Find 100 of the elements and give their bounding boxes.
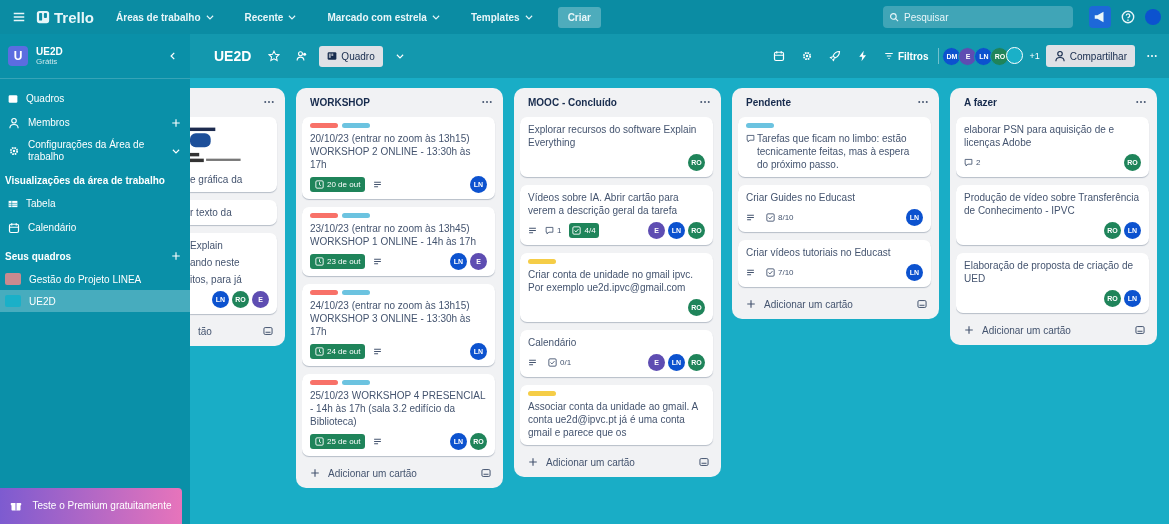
premium-trial-button[interactable]: Teste o Premium gratuitamente <box>0 488 182 524</box>
card-text: ando neste <box>190 256 241 269</box>
person-icon <box>1053 50 1066 62</box>
list-title[interactable]: A fazer <box>964 96 997 108</box>
sidebar-item[interactable]: Quadros <box>26 93 182 105</box>
sidebar-item[interactable]: Membros <box>28 117 162 129</box>
people-icon <box>296 50 309 62</box>
section-heading: Seus quadros <box>5 250 73 262</box>
board-title[interactable]: UE2D <box>214 48 252 64</box>
card-label[interactable] <box>342 213 370 218</box>
card-title: 20/10/23 (entrar no zoom às 13h15) WORKSHOP 2 ONLINE - 13:30h às 17h <box>310 132 472 171</box>
create-from-template-button[interactable] <box>917 299 927 309</box>
board-name: Gestão do Projeto LINEA <box>29 273 142 285</box>
checklist-count: 0/1 <box>560 357 572 367</box>
description-icon <box>373 436 383 446</box>
add-card-button[interactable]: Adicionar um cartão <box>746 298 853 310</box>
list-title[interactable]: WORKSHOP <box>310 96 370 108</box>
board-name: UE2D <box>29 295 56 307</box>
card-title: Tarefas que ficam no limbo: estão tecnicamente feitas, mas à espera do próximo passo. <box>757 132 911 171</box>
due-date-badge[interactable]: 25 de out <box>310 433 366 449</box>
add-member-button[interactable] <box>170 117 182 129</box>
filter-button[interactable]: Filtros <box>879 50 933 62</box>
card-text: r texto da <box>190 206 233 219</box>
card-title: Criar Guides no Educast <box>746 191 855 204</box>
due-date-badge[interactable]: 20 de out <box>310 176 366 192</box>
card-template-icon <box>699 457 709 467</box>
create-from-template-button[interactable] <box>481 468 491 478</box>
card[interactable]: e gráfica da <box>190 117 277 192</box>
card-label[interactable] <box>310 380 338 385</box>
sidebar-item[interactable]: Tabela <box>26 198 182 210</box>
clock-icon <box>315 346 324 356</box>
table-icon[interactable] <box>8 199 18 209</box>
plus-icon <box>964 325 974 335</box>
megaphone-icon <box>1093 10 1107 24</box>
description-icon <box>746 267 755 277</box>
nav-menu-button[interactable]: Recente <box>238 7 304 27</box>
card-text: Explain <box>190 239 224 252</box>
card-label[interactable] <box>310 290 338 295</box>
card-label[interactable] <box>342 380 370 385</box>
notifications-button[interactable] <box>1089 6 1111 28</box>
card-label[interactable] <box>310 123 338 128</box>
card[interactable]: Tarefas que ficam no limbo: estão tecnicamente feitas, mas à espera do próximo passo. <box>738 117 931 177</box>
create-from-template-button[interactable] <box>263 326 273 336</box>
create-from-template-button[interactable] <box>699 457 709 467</box>
board-item[interactable]: Gestão do Projeto LINEA <box>0 268 190 290</box>
card-title: Explorar recursos do software Explain Everything <box>528 123 698 149</box>
menu-icon <box>12 10 26 24</box>
comment-count: 2 <box>976 157 981 167</box>
card-label[interactable] <box>342 123 370 128</box>
settings-icon[interactable] <box>8 145 20 157</box>
checklist-icon <box>766 212 775 222</box>
member-avatar[interactable] <box>1006 46 1024 64</box>
board-icon[interactable] <box>8 94 18 104</box>
logo-icon <box>36 10 50 24</box>
nav-menu-button[interactable]: Marcado com estrela <box>321 7 447 27</box>
list-title[interactable]: Pendente <box>746 96 791 108</box>
card-title: Elaboração de proposta de criação de UED <box>964 259 1134 285</box>
card-label[interactable] <box>310 213 338 218</box>
chevron-down-icon <box>430 12 441 22</box>
star-icon <box>268 50 281 62</box>
sidebar-item[interactable]: Calendário <box>28 222 182 234</box>
share-button[interactable]: Compartilhar <box>1045 45 1135 67</box>
filter-icon <box>883 51 894 61</box>
plus-icon <box>310 468 320 478</box>
due-date-badge[interactable]: 23 de out <box>310 253 366 269</box>
nav-menu-button[interactable]: Áreas de trabalho <box>110 7 221 27</box>
card-title: Calendário <box>528 336 577 349</box>
card-label[interactable] <box>746 123 774 128</box>
comment-count: 1 <box>557 225 562 235</box>
due-date-badge[interactable]: 24 de out <box>310 343 366 359</box>
card-title: Criar vídeos tutoriais no Educast <box>746 246 891 259</box>
card-title: 24/10/23 (entrar no zoom às 13h15) WORKSHOP 3 ONLINE - 13:30h às 17h <box>310 299 472 338</box>
checklist-count: 7/10 <box>778 267 794 277</box>
rocket-icon <box>828 50 841 62</box>
clock-icon <box>315 436 324 446</box>
create-from-template-button[interactable] <box>1135 325 1145 335</box>
card[interactable]: r texto da <box>190 200 277 225</box>
board-view-button[interactable]: Quadro <box>319 45 383 67</box>
clock-icon <box>315 256 324 266</box>
person-icon[interactable] <box>8 117 20 129</box>
checklist-icon <box>572 225 582 235</box>
sidebar-item[interactable]: Configurações da Área de trabalho <box>28 139 162 163</box>
card[interactable]: Associar conta da unidade ao gmail. A conta ue2d@ipvc.pt já é uma conta gmail e parece que os <box>520 385 713 445</box>
add-card-button[interactable]: Adicionar um cartão <box>964 324 1071 336</box>
checklist-count: 4/4 <box>584 225 596 235</box>
list-title[interactable]: MOOC - Concluído <box>528 96 617 108</box>
account-avatar[interactable] <box>1145 9 1161 25</box>
calendar-icon[interactable] <box>8 222 20 234</box>
card-template-icon <box>917 299 927 309</box>
add-card-button[interactable]: Adicionar um cartão <box>528 456 635 468</box>
logo-link[interactable]: Trello <box>36 8 94 26</box>
more-members-count[interactable]: +1 <box>1029 51 1040 61</box>
nav-menu-button[interactable]: Templates <box>464 7 540 27</box>
card-text: e gráfica da <box>190 173 244 186</box>
search-icon <box>889 12 899 22</box>
add-card-button[interactable]: Adicionar um cartão <box>310 467 417 479</box>
card-label[interactable] <box>342 290 370 295</box>
add-board-button[interactable] <box>170 250 182 262</box>
gift-icon <box>10 500 22 512</box>
add-card-button[interactable]: tão <box>198 325 212 337</box>
